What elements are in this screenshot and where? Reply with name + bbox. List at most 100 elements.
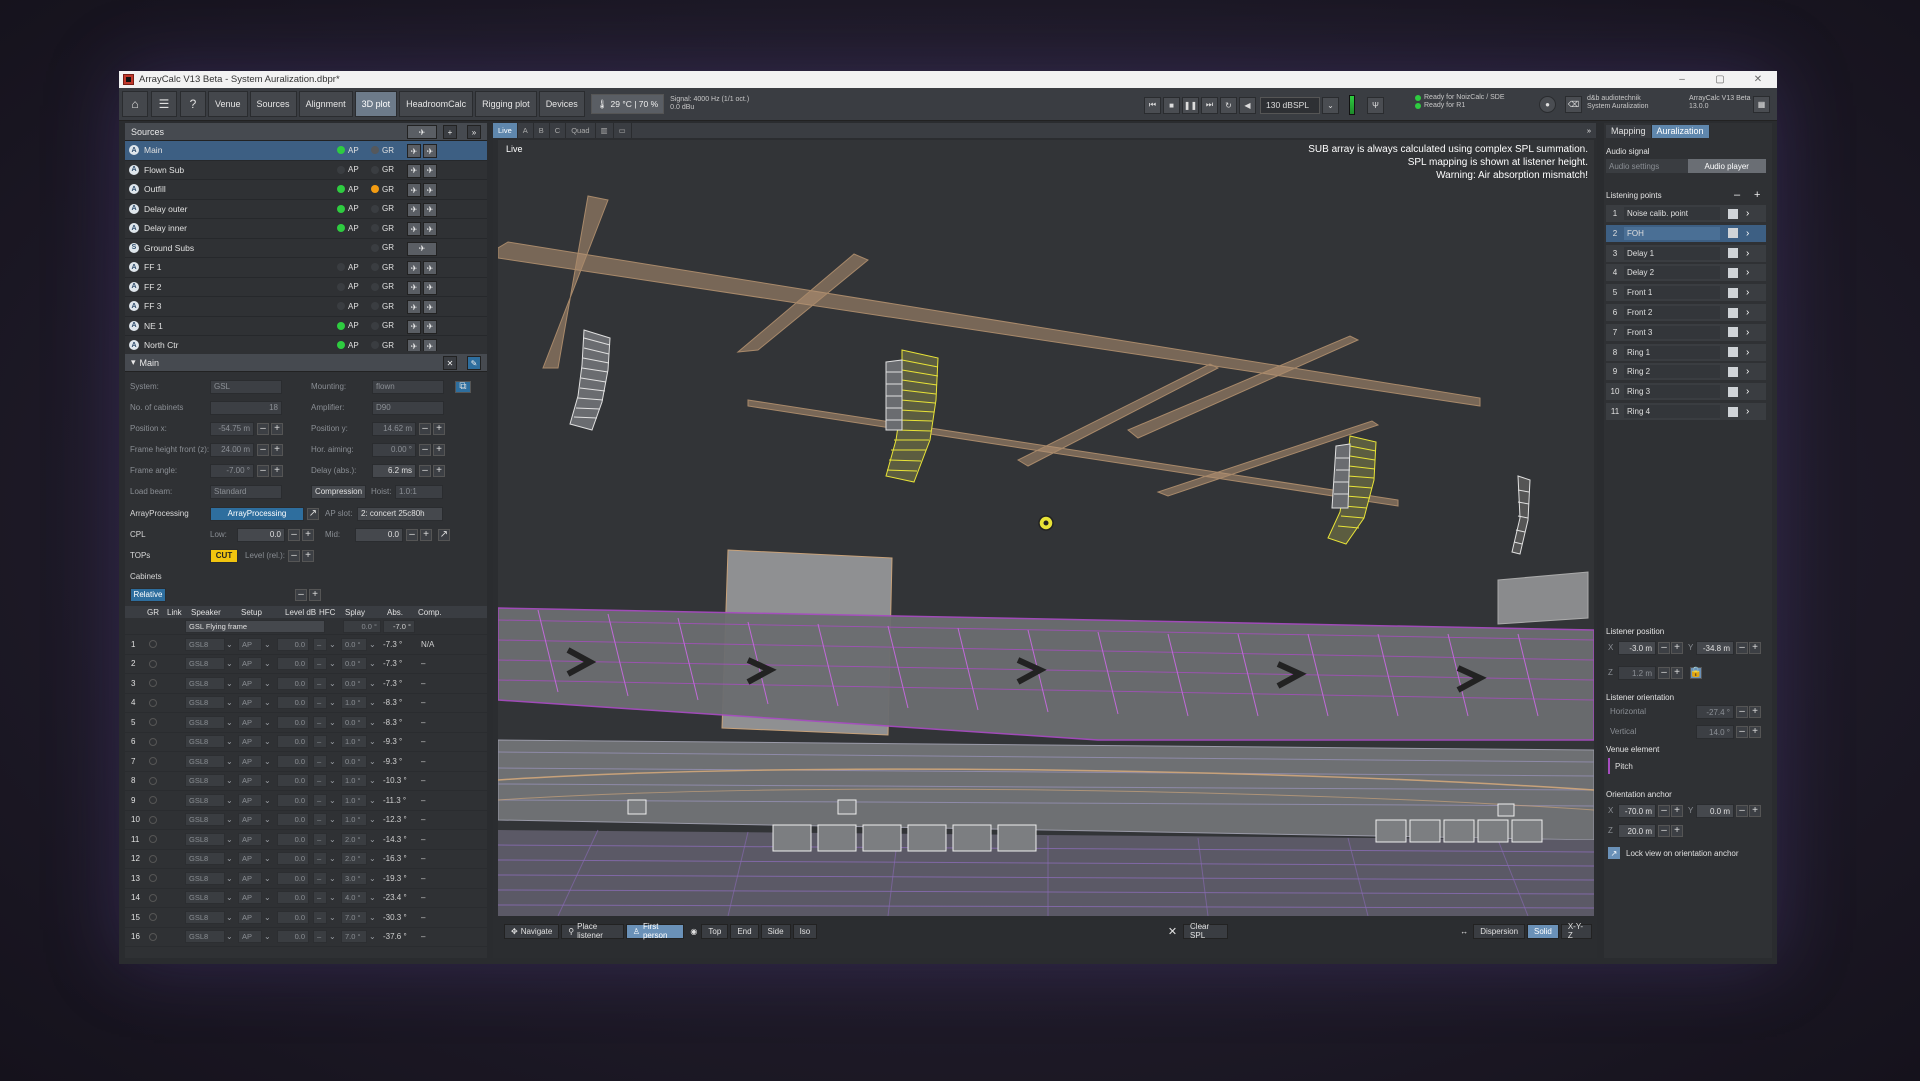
cpl-open-icon[interactable]: ↗ (438, 528, 450, 541)
ap-indicator[interactable]: AP (337, 204, 359, 213)
level-field[interactable]: 0.0 (277, 793, 309, 807)
compression-button[interactable]: Compression (311, 484, 366, 499)
ap-indicator[interactable]: AP (337, 146, 359, 155)
lock-view-checkbox[interactable]: ↗ (1608, 847, 1620, 859)
gr-radio[interactable] (149, 737, 157, 746)
speaker-select[interactable]: GSL8 (185, 891, 225, 905)
chevron-down-icon[interactable]: ⌄ (226, 757, 233, 766)
oa-x-plus-button[interactable]: + (1671, 805, 1683, 817)
splay-select[interactable]: 3.0 ° (341, 871, 367, 885)
oa-z-field[interactable]: 20.0 m (1618, 824, 1656, 838)
oa-y-minus-button[interactable]: – (1736, 805, 1748, 817)
mute-icon[interactable]: ✈ (423, 163, 437, 178)
hfc-select[interactable]: – (313, 754, 327, 768)
tab-alignment[interactable]: Alignment (298, 91, 353, 117)
speaker-select[interactable]: GSL8 (185, 696, 225, 710)
hfc-select[interactable]: – (313, 930, 327, 944)
chevron-down-icon[interactable]: ⌄ (264, 815, 271, 824)
maximize-icon[interactable]: ▢ (1701, 74, 1739, 85)
chevron-down-icon[interactable]: ⌄ (329, 718, 336, 727)
chevron-down-icon[interactable]: ⌄ (226, 874, 233, 883)
chevron-down-icon[interactable]: ⌄ (369, 659, 376, 668)
listening-point-item[interactable]: 2 FOH › (1606, 224, 1766, 242)
delay-field[interactable]: 6.2 ms (372, 463, 416, 478)
chevron-down-icon[interactable]: ⌄ (369, 835, 376, 844)
speaker-icon[interactable]: ◀ (1239, 96, 1256, 114)
chevron-down-icon[interactable]: ⌄ (329, 659, 336, 668)
ap-indicator[interactable]: AP (337, 321, 359, 330)
solo-icon[interactable]: ✈ (407, 300, 421, 314)
listening-point-item[interactable]: 10 Ring 3 › (1606, 383, 1766, 401)
chevron-down-icon[interactable]: ⌄ (226, 815, 233, 824)
add-point-button[interactable]: + (1754, 189, 1760, 201)
gr-indicator[interactable]: GR (371, 302, 394, 311)
splay-select[interactable]: 0.0 ° (341, 637, 367, 651)
splay-select[interactable]: 1.0 ° (341, 774, 367, 788)
solo-icon[interactable]: ✈ (407, 280, 421, 295)
lp-x-minus-button[interactable]: – (1658, 642, 1670, 654)
chevron-right-icon[interactable]: › (1746, 406, 1749, 417)
chevron-down-icon[interactable]: ⌄ (226, 796, 233, 805)
height-minus-button[interactable]: – (257, 443, 269, 456)
navigate-button[interactable]: ✥ Navigate (504, 923, 560, 939)
tab-quad[interactable]: Quad (566, 123, 596, 138)
chevron-down-icon[interactable]: ⌄ (329, 796, 336, 805)
ap-indicator[interactable]: AP (337, 282, 359, 291)
clear-icon[interactable]: ✕ (1168, 925, 1177, 938)
setup-select[interactable]: AP (238, 891, 262, 905)
solo-icon[interactable]: ✈ (407, 222, 421, 236)
lp-y-minus-button[interactable]: – (1736, 642, 1748, 654)
cabinets-count-field[interactable]: 18 (210, 400, 282, 415)
ap-indicator[interactable]: AP (337, 224, 359, 233)
speaker-select[interactable]: GSL8 (185, 754, 225, 768)
mute-icon[interactable]: ✈ (423, 183, 437, 197)
audio-player-tab[interactable]: Audio player (1687, 159, 1766, 173)
chevron-down-icon[interactable]: ⌄ (264, 679, 271, 688)
oa-x-field[interactable]: -70.0 m (1618, 804, 1656, 818)
delay-minus-button[interactable]: – (419, 464, 431, 477)
chevron-right-icon[interactable]: › (1746, 327, 1749, 338)
solid-button[interactable]: Solid (1527, 923, 1559, 939)
speaker-select[interactable]: GSL8 (185, 871, 225, 885)
gr-indicator[interactable]: GR (371, 204, 394, 213)
place-listener-button[interactable]: ⚲ Place listener (561, 922, 624, 940)
lock-icon[interactable]: 🔒 (1690, 667, 1702, 679)
skip-forward-icon[interactable]: ⏭ (1201, 96, 1218, 114)
chevron-down-icon[interactable]: ⌄ (226, 854, 233, 863)
ap-indicator[interactable]: AP (337, 263, 359, 272)
source-item[interactable]: A NE 1 AP GR ✈ ✈ (125, 317, 487, 336)
gr-indicator[interactable]: GR (371, 146, 394, 155)
setup-select[interactable]: AP (238, 832, 262, 846)
level-field[interactable]: 0.0 (277, 891, 309, 905)
lp-x-field[interactable]: -3.0 m (1618, 641, 1656, 655)
loadbeam-select[interactable]: Standard (210, 484, 282, 499)
gr-radio[interactable] (149, 659, 157, 668)
loop-icon[interactable]: ↻ (1220, 96, 1237, 114)
source-item[interactable]: A FF 2 AP GR ✈ ✈ (125, 278, 487, 297)
lp-z-field[interactable]: 1.2 m (1618, 666, 1656, 680)
frame-angle-field[interactable]: -7.00 ° (210, 463, 254, 478)
speaker-select[interactable]: GSL8 (185, 832, 225, 846)
gr-indicator[interactable]: GR (371, 165, 394, 174)
point-name[interactable]: Ring 2 (1624, 365, 1720, 379)
chevron-down-icon[interactable]: ⌄ (1322, 96, 1339, 114)
gr-radio[interactable] (149, 835, 157, 844)
chevron-down-icon[interactable]: ⌄ (226, 679, 233, 688)
first-person-button[interactable]: ♙ First person (625, 922, 685, 940)
source-tool-icon[interactable]: ✈ (407, 125, 437, 139)
hfc-select[interactable]: – (313, 871, 327, 885)
setup-select[interactable]: AP (238, 696, 262, 710)
level-field[interactable]: 0.0 (277, 657, 309, 671)
chevron-down-icon[interactable]: ⌄ (264, 854, 271, 863)
chevron-down-icon[interactable]: ⌄ (226, 659, 233, 668)
tuning-fork-icon[interactable]: Ψ (1367, 96, 1384, 114)
layout-icon[interactable]: ▥ (596, 123, 614, 138)
low-minus-button[interactable]: – (288, 528, 300, 541)
splay-select[interactable]: 2.0 ° (341, 832, 367, 846)
gr-radio[interactable] (149, 932, 157, 941)
setup-select[interactable]: AP (238, 676, 262, 690)
tab-rigging-plot[interactable]: Rigging plot (475, 91, 537, 117)
view-side-button[interactable]: Side (760, 923, 791, 939)
splay-select[interactable]: 2.0 ° (341, 852, 367, 866)
chevron-down-icon[interactable]: ⌄ (369, 893, 376, 902)
